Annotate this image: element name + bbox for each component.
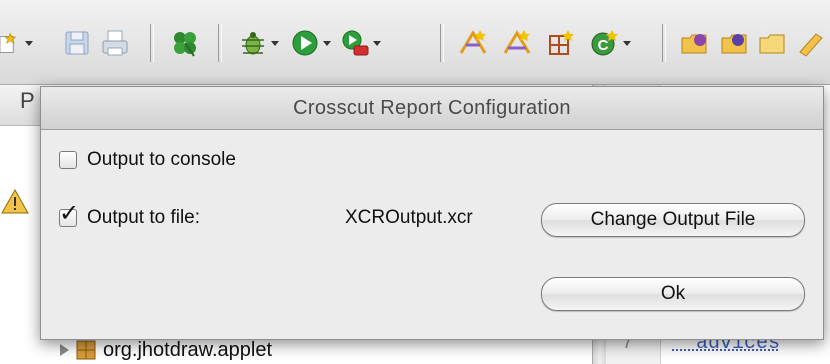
file-option-row[interactable]: ✓ Output to file: <box>59 202 201 229</box>
run-button[interactable] <box>290 26 331 60</box>
folder-button[interactable] <box>758 26 788 60</box>
file-checkbox[interactable]: ✓ <box>59 202 79 227</box>
console-option-row[interactable]: Output to console <box>59 149 236 171</box>
ok-button[interactable]: Ok <box>541 277 805 311</box>
crosscut-report-dialog: Crosscut Report Configuration Output to … <box>40 86 824 340</box>
toolbar-separator <box>440 24 444 62</box>
aspectj-open-button[interactable] <box>458 26 488 60</box>
dropdown-arrow-icon[interactable] <box>373 40 381 46</box>
svg-text:C: C <box>598 37 609 54</box>
save-icon <box>65 31 89 55</box>
dropdown-arrow-icon[interactable] <box>623 40 631 46</box>
clover-button[interactable] <box>170 26 200 60</box>
warning-icon <box>1 188 29 214</box>
run-external-icon <box>342 30 369 56</box>
console-option-label: Output to console <box>87 149 236 170</box>
change-output-file-button[interactable]: Change Output File <box>541 203 805 237</box>
dialog-title: Crosscut Report Configuration <box>41 87 823 130</box>
debug-button[interactable] <box>238 26 279 60</box>
file-option-label: Output to file: <box>87 207 201 228</box>
toolbar-separator <box>662 24 666 62</box>
pencil-button[interactable] <box>796 26 826 60</box>
dropdown-arrow-icon[interactable] <box>271 40 279 46</box>
open-folder-button[interactable] <box>680 26 710 60</box>
open-type-icon <box>503 30 531 54</box>
new-wizard-button[interactable] <box>0 26 33 60</box>
open-hierarchy-button[interactable] <box>546 26 576 60</box>
view-tab-label[interactable]: P <box>20 88 35 114</box>
dropdown-arrow-icon[interactable] <box>323 40 331 46</box>
new-class-button[interactable]: C <box>590 26 631 60</box>
run-external-button[interactable] <box>340 26 381 60</box>
run-icon <box>292 30 318 56</box>
open-hierarchy-icon <box>549 30 574 55</box>
console-checkbox[interactable] <box>59 151 77 169</box>
print-icon <box>102 30 128 56</box>
pencil-icon <box>799 33 823 57</box>
open-folder-alt-icon <box>721 34 747 54</box>
package-icon <box>76 340 96 360</box>
expand-arrow-icon[interactable] <box>60 344 69 356</box>
dropdown-arrow-icon[interactable] <box>25 40 33 46</box>
clover-icon <box>174 32 196 57</box>
tree-item-label: org.jhotdraw.applet <box>103 338 273 361</box>
open-type-button[interactable] <box>502 26 532 60</box>
debug-icon <box>242 32 264 55</box>
output-filename: XCROutput.xcr <box>345 207 473 228</box>
checkmark-icon: ✓ <box>59 200 80 227</box>
new-wizard-icon <box>0 32 17 53</box>
open-folder-alt-button[interactable] <box>720 26 750 60</box>
toolbar-separator <box>150 24 154 62</box>
toolbar-separator <box>218 24 222 62</box>
aspectj-open-icon <box>459 30 487 54</box>
folder-icon <box>759 34 785 54</box>
main-toolbar: C <box>0 0 830 85</box>
print-button[interactable] <box>100 26 130 60</box>
tree-item-package[interactable]: org.jhotdraw.applet <box>60 336 272 364</box>
save-button[interactable] <box>62 26 92 60</box>
open-folder-icon <box>681 34 707 54</box>
new-class-icon: C <box>591 30 618 56</box>
